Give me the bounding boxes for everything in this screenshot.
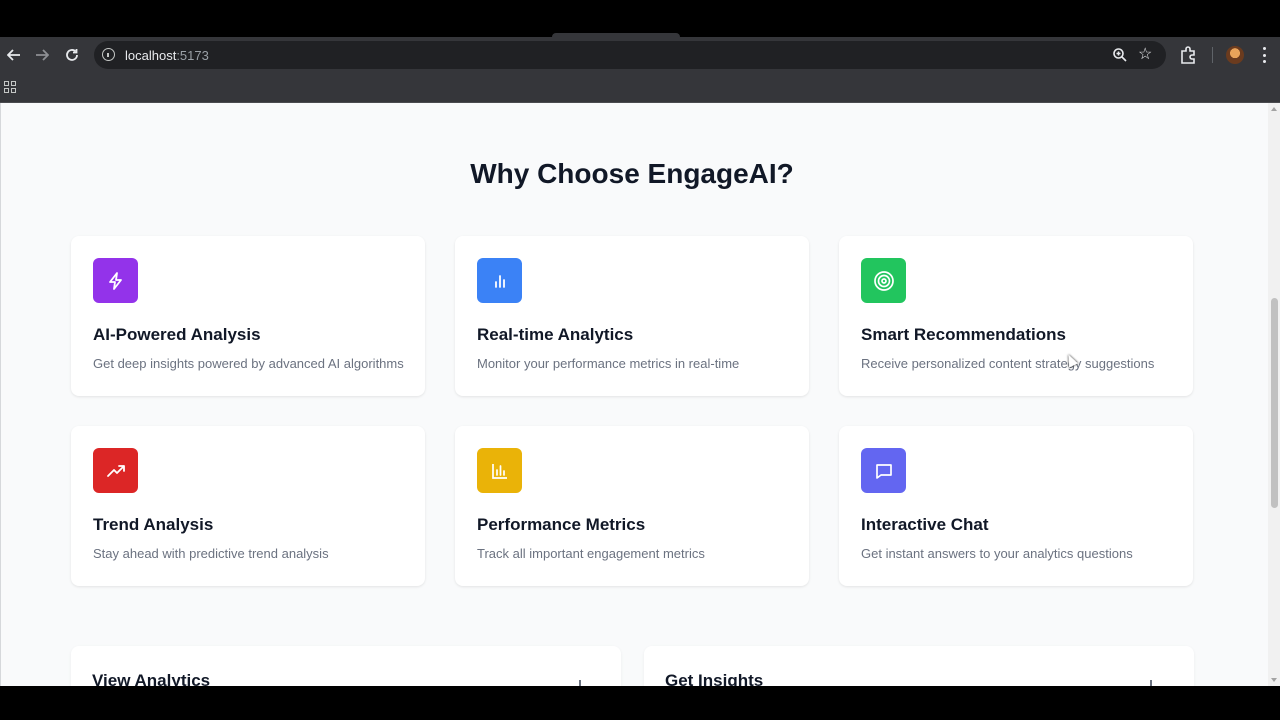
- address-url[interactable]: localhost:5173: [125, 48, 209, 63]
- feature-description: Get deep insights powered by advanced AI…: [93, 356, 404, 371]
- feature-card-trend-analysis: Trend Analysis Stay ahead with predictiv…: [71, 426, 425, 586]
- feature-card-performance-metrics: Performance Metrics Track all important …: [455, 426, 809, 586]
- feature-title: Performance Metrics: [477, 515, 646, 534]
- target-icon: [861, 258, 906, 303]
- bookmarks-bar: [0, 73, 1280, 103]
- feature-description: Receive personalized content strategy su…: [861, 356, 1155, 371]
- feature-card-realtime-analytics: Real-time Analytics Monitor your perform…: [455, 236, 809, 396]
- bar-chart-icon: [477, 258, 522, 303]
- chat-bubble-icon: [861, 448, 906, 493]
- feature-title: Smart Recommendations: [861, 325, 1066, 344]
- feature-title: AI-Powered Analysis: [93, 325, 261, 344]
- feature-title: Interactive Chat: [861, 515, 989, 534]
- address-bar[interactable]: localhost:5173 ☆: [94, 41, 1166, 69]
- feature-card-smart-recommendations: Smart Recommendations Receive personaliz…: [839, 236, 1193, 396]
- view-analytics-card[interactable]: View Analytics: [71, 646, 621, 686]
- more-menu-icon[interactable]: [1258, 45, 1270, 65]
- feature-card-ai-analysis: AI-Powered Analysis Get deep insights po…: [71, 236, 425, 396]
- feature-card-interactive-chat: Interactive Chat Get instant answers to …: [839, 426, 1193, 586]
- reload-icon[interactable]: [58, 37, 86, 73]
- forward-arrow-icon[interactable]: [28, 37, 56, 73]
- scroll-down-arrow-icon[interactable]: [1271, 678, 1277, 682]
- page-viewport: Why Choose EngageAI? AI-Powered Analysis…: [0, 103, 1280, 686]
- browser-toolbar: localhost:5173 ☆: [0, 37, 1280, 73]
- action-title: Get Insights: [665, 671, 764, 686]
- apps-grid-icon[interactable]: [4, 81, 16, 93]
- lightning-bolt-icon: [93, 258, 138, 303]
- screen-top-bar: [0, 0, 1280, 35]
- zoom-icon[interactable]: [1112, 47, 1128, 63]
- bookmark-star-icon[interactable]: ☆: [1138, 44, 1152, 64]
- section-title: Why Choose EngageAI?: [470, 158, 794, 189]
- site-info-icon[interactable]: [102, 48, 115, 61]
- extensions-puzzle-icon[interactable]: [1178, 45, 1198, 65]
- toolbar-separator: [1212, 47, 1213, 63]
- scroll-thumb[interactable]: [1271, 298, 1278, 508]
- page-scrollbar[interactable]: [1268, 103, 1280, 686]
- trending-up-icon: [93, 448, 138, 493]
- action-title: View Analytics: [92, 671, 211, 686]
- feature-description: Get instant answers to your analytics qu…: [861, 546, 1133, 561]
- back-arrow-icon[interactable]: [0, 37, 28, 73]
- get-insights-card[interactable]: Get Insights: [644, 646, 1194, 686]
- feature-description: Track all important engagement metrics: [477, 546, 705, 561]
- feature-description: Monitor your performance metrics in real…: [477, 356, 740, 371]
- screen-bottom-bar: [0, 686, 1280, 720]
- feature-title: Trend Analysis: [93, 515, 214, 534]
- feature-title: Real-time Analytics: [477, 325, 634, 344]
- bar-chart-box-icon: [477, 448, 522, 493]
- profile-avatar[interactable]: [1226, 46, 1244, 64]
- scroll-up-arrow-icon[interactable]: [1271, 107, 1277, 111]
- feature-description: Stay ahead with predictive trend analysi…: [93, 546, 329, 561]
